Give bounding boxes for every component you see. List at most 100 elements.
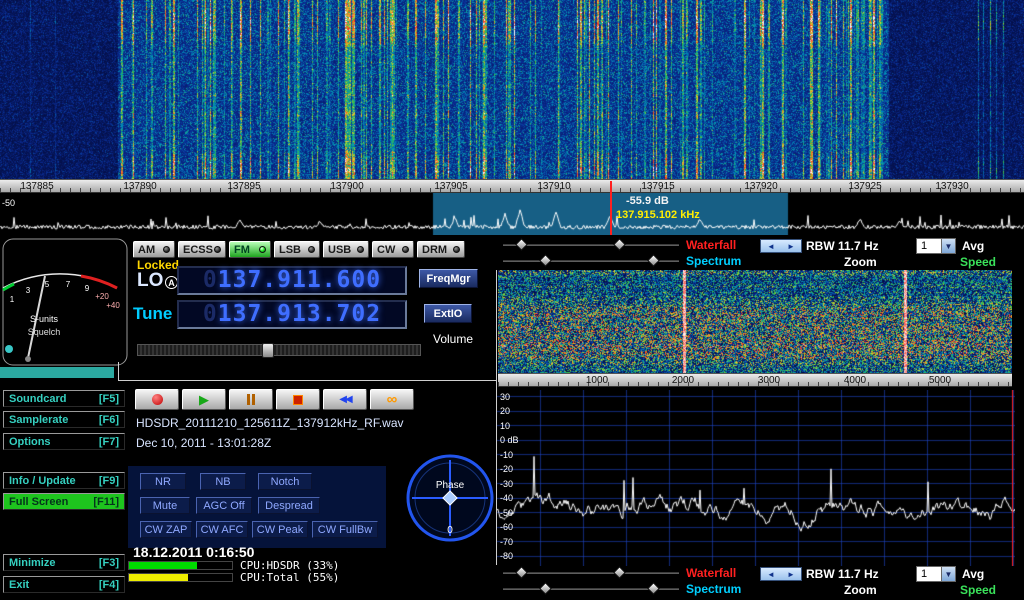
cw-fullbw-button[interactable]: CW FullBw bbox=[312, 521, 378, 538]
slider-thumb[interactable] bbox=[647, 582, 660, 595]
chevron-down-icon[interactable]: ▼ bbox=[941, 567, 955, 581]
tune-marker-line[interactable] bbox=[610, 181, 612, 235]
spectrum-db-axis-label: -50 bbox=[2, 199, 15, 208]
db-axis-label: -60 bbox=[500, 522, 513, 532]
waterfall-contrast-slider-bottom[interactable] bbox=[502, 571, 680, 575]
cw-peak-button[interactable]: CW Peak bbox=[252, 521, 308, 538]
exit-button[interactable]: Exit [F4] bbox=[3, 576, 125, 593]
db-axis-label: 20 bbox=[500, 406, 510, 416]
agc-off-button[interactable]: AGC Off bbox=[196, 497, 252, 514]
stop-icon bbox=[293, 395, 303, 405]
fullscreen-button[interactable]: Full Screen [F11] bbox=[3, 493, 125, 510]
avg-combobox-value: 1 bbox=[917, 239, 941, 253]
mode-button-lsb[interactable]: LSB bbox=[274, 241, 320, 258]
waterfall-tab[interactable]: Waterfall bbox=[686, 239, 736, 251]
slider-thumb[interactable] bbox=[647, 254, 660, 267]
cw-afc-button[interactable]: CW AFC bbox=[196, 521, 248, 538]
main-spectrum-canvas[interactable] bbox=[0, 193, 1024, 235]
spectrum-tab-bottom[interactable]: Spectrum bbox=[686, 583, 741, 595]
mode-label: DRM bbox=[422, 244, 447, 256]
arrow-left-icon[interactable]: ◄ bbox=[767, 242, 775, 251]
nb-button[interactable]: NB bbox=[200, 473, 246, 490]
scale-label: 3000 bbox=[758, 375, 780, 386]
db-axis-label: -10 bbox=[500, 450, 513, 460]
waterfall-shift-buttons[interactable]: ◄ ► bbox=[760, 239, 802, 253]
slider-thumb[interactable] bbox=[515, 238, 528, 251]
options-button[interactable]: Options [F7] bbox=[3, 433, 125, 450]
mode-led bbox=[402, 246, 409, 253]
button-hotkey: [F4] bbox=[99, 579, 119, 591]
button-label: Samplerate bbox=[9, 414, 68, 426]
mode-button-ecss[interactable]: ECSS bbox=[178, 241, 226, 258]
mode-button-usb[interactable]: USB bbox=[323, 241, 369, 258]
rbw-label-bottom: RBW 11.7 Hz bbox=[806, 568, 879, 580]
minimize-button[interactable]: Minimize [F3] bbox=[3, 554, 125, 571]
soundcard-button[interactable]: Soundcard [F5] bbox=[3, 390, 125, 407]
nr-button[interactable]: NR bbox=[140, 473, 186, 490]
mode-button-cw[interactable]: CW bbox=[372, 241, 414, 258]
slider-thumb[interactable] bbox=[515, 566, 528, 579]
mode-button-drm[interactable]: DRM bbox=[417, 241, 465, 258]
squelch-knob[interactable] bbox=[5, 345, 13, 353]
spectrum-range-slider-bottom[interactable] bbox=[502, 587, 680, 591]
cw-zap-button[interactable]: CW ZAP bbox=[140, 521, 192, 538]
band-indicator-frame bbox=[118, 362, 497, 381]
record-button[interactable] bbox=[135, 389, 179, 410]
audio-spectrum-canvas[interactable] bbox=[497, 390, 1015, 566]
play-button[interactable]: ▶ bbox=[182, 389, 226, 410]
spectrum-range-slider[interactable] bbox=[502, 259, 680, 263]
scale-label: 137890 bbox=[123, 181, 156, 192]
cursor-frequency-readout: 137.915.102 kHz bbox=[616, 210, 700, 221]
info-update-button[interactable]: Info / Update [F9] bbox=[3, 472, 125, 489]
recording-filedate: Dec 10, 2011 - 13:01:28Z bbox=[136, 437, 271, 449]
main-spectrum[interactable]: -50 -55.9 dB 137.915.102 kHz bbox=[0, 193, 1024, 235]
frequency-scale[interactable]: 137885 137890 137895 137900 137905 13791… bbox=[0, 179, 1024, 193]
rf-scale[interactable]: 1000 2000 3000 4000 5000 bbox=[498, 373, 1012, 387]
arrow-right-icon[interactable]: ► bbox=[787, 570, 795, 579]
main-waterfall[interactable] bbox=[0, 0, 1024, 179]
loop-button[interactable]: ∞ bbox=[370, 389, 414, 410]
chevron-down-icon[interactable]: ▼ bbox=[941, 239, 955, 253]
arrow-right-icon[interactable]: ► bbox=[787, 242, 795, 251]
button-hotkey: [F5] bbox=[99, 393, 119, 405]
mute-button[interactable]: Mute bbox=[140, 497, 190, 514]
slider-thumb[interactable] bbox=[539, 254, 552, 267]
rewind-icon: ◀◀ bbox=[339, 394, 350, 405]
waterfall-tab-bottom[interactable]: Waterfall bbox=[686, 567, 736, 579]
button-label: Soundcard bbox=[9, 393, 66, 405]
rf-waterfall[interactable] bbox=[498, 270, 1012, 373]
despread-button[interactable]: Despread bbox=[258, 497, 320, 514]
volume-slider-thumb[interactable] bbox=[262, 343, 274, 358]
freqmgr-button[interactable]: FreqMgr bbox=[419, 269, 478, 288]
slider-thumb[interactable] bbox=[613, 566, 626, 579]
scale-label: 137910 bbox=[537, 181, 570, 192]
samplerate-button[interactable]: Samplerate [F6] bbox=[3, 411, 125, 428]
waterfall-shift-buttons-bottom[interactable]: ◄ ► bbox=[760, 567, 802, 581]
lo-frequency-display[interactable]: 0137.911.600 bbox=[177, 266, 407, 295]
spectrum-tab[interactable]: Spectrum bbox=[686, 255, 741, 267]
notch-button[interactable]: Notch bbox=[258, 473, 312, 490]
mode-button-am[interactable]: AM bbox=[133, 241, 175, 258]
mode-label: LSB bbox=[279, 244, 301, 256]
waterfall-contrast-slider[interactable] bbox=[502, 243, 680, 247]
slider-thumb[interactable] bbox=[539, 582, 552, 595]
volume-slider-track[interactable] bbox=[137, 344, 421, 356]
avg-combobox-bottom[interactable]: 1 ▼ bbox=[916, 566, 956, 582]
slider-thumb[interactable] bbox=[613, 238, 626, 251]
cpu-total-bar-fill bbox=[129, 574, 188, 581]
button-hotkey: [F11] bbox=[93, 496, 119, 508]
pause-button[interactable] bbox=[229, 389, 273, 410]
rewind-button[interactable]: ◀◀ bbox=[323, 389, 367, 410]
scale-label: 2000 bbox=[672, 375, 694, 386]
audio-spectrum[interactable]: 30 20 10 0 dB -10 -20 -30 -40 -50 -60 -7… bbox=[497, 390, 1015, 566]
mode-button-fm[interactable]: FM bbox=[229, 241, 271, 258]
mode-label: USB bbox=[328, 244, 351, 256]
tune-frequency-display[interactable]: 0137.913.702 bbox=[177, 300, 407, 329]
signal-level-bar bbox=[0, 367, 114, 378]
extio-button[interactable]: ExtIO bbox=[424, 304, 472, 323]
avg-combobox[interactable]: 1 ▼ bbox=[916, 238, 956, 254]
stop-button[interactable] bbox=[276, 389, 320, 410]
mode-label: ECSS bbox=[183, 244, 213, 256]
mode-led bbox=[214, 246, 221, 253]
arrow-left-icon[interactable]: ◄ bbox=[767, 570, 775, 579]
